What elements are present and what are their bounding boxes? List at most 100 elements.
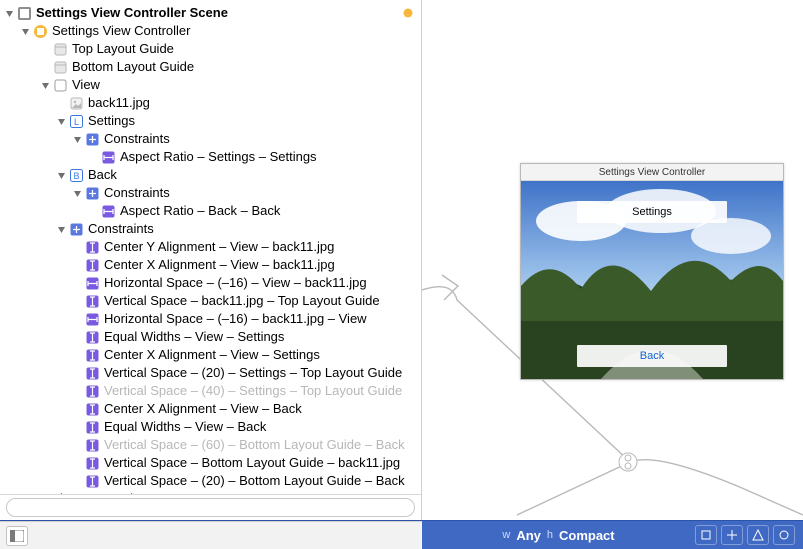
outline-label: Bottom Layout Guide [72, 58, 194, 76]
align-button[interactable] [695, 525, 717, 545]
outline-row[interactable]: Vertical Space – Bottom Layout Guide – b… [0, 454, 421, 472]
constraints-icon [68, 221, 84, 237]
arrow-spacer [72, 260, 82, 270]
outline-row[interactable]: BBack [0, 166, 421, 184]
outline-row[interactable]: Equal Widths – View – Back [0, 418, 421, 436]
size-class-w-label: w [502, 529, 510, 541]
arrow-spacer [56, 98, 66, 108]
outline-filter-bar [0, 494, 421, 520]
arrow-spacer [88, 152, 98, 162]
outline-label: Aspect Ratio – Back – Back [120, 202, 280, 220]
chevron-down-icon[interactable] [56, 224, 66, 234]
outline-row[interactable]: Horizontal Space – (–16) – back11.jpg – … [0, 310, 421, 328]
svg-text:L: L [73, 117, 78, 127]
layoutguide-icon [52, 59, 68, 75]
size-class-control[interactable]: w Any h Compact [422, 528, 695, 543]
constraint-v-icon [84, 473, 100, 489]
outline-label: Horizontal Space – (–16) – View – back11… [104, 274, 367, 292]
outline-row[interactable]: back11.jpg [0, 94, 421, 112]
arrow-spacer [72, 242, 82, 252]
arrow-spacer [72, 332, 82, 342]
arrow-spacer [72, 314, 82, 324]
storyboard-canvas[interactable]: Settings View Controller [422, 0, 803, 520]
arrow-spacer [72, 422, 82, 432]
settings-button[interactable]: Settings [577, 201, 727, 223]
label-l-icon: L [68, 113, 84, 129]
constraint-h-icon [100, 149, 116, 165]
outline-row[interactable]: L Settings [0, 112, 421, 130]
outline-label: Vertical Space – back11.jpg – Top Layout… [104, 292, 380, 310]
outline-row[interactable]: Vertical Space – (20) – Bottom Layout Gu… [0, 472, 421, 490]
outline-row[interactable]: Top Layout Guide [0, 40, 421, 58]
scene-preview-title: Settings View Controller [521, 164, 783, 181]
constraint-v-icon [84, 419, 100, 435]
chevron-down-icon[interactable] [56, 116, 66, 126]
outline-toggle-button[interactable] [6, 526, 28, 546]
outline-row[interactable]: Center X Alignment – View – Back [0, 400, 421, 418]
chevron-down-icon[interactable] [40, 80, 50, 90]
scene-preview[interactable]: Settings View Controller [520, 163, 784, 380]
chevron-down-icon[interactable] [4, 8, 14, 18]
layoutguide-icon [52, 41, 68, 57]
constraint-v-icon [84, 383, 100, 399]
constraints-icon [84, 131, 100, 147]
outline-label: Back [88, 166, 117, 184]
editor-bottom-bar: w Any h Compact [0, 520, 803, 549]
outline-row[interactable]: Vertical Space – (60) – Bottom Layout Gu… [0, 436, 421, 454]
outline-row[interactable]: Constraints [0, 130, 421, 148]
back-button[interactable]: Back [577, 345, 727, 367]
outline-label: Vertical Space – Bottom Layout Guide – b… [104, 454, 400, 472]
outline-label: Constraints [104, 130, 170, 148]
outline-label: back11.jpg [88, 94, 150, 112]
arrow-spacer [72, 278, 82, 288]
document-outline[interactable]: Settings View Controller Scene Settings … [0, 0, 422, 520]
pin-button[interactable] [721, 525, 743, 545]
outline-label: Vertical Space – (40) – Settings – Top L… [104, 382, 402, 400]
outline-label: Vertical Space – (60) – Bottom Layout Gu… [104, 436, 405, 454]
outline-row[interactable]: Aspect Ratio – Back – Back [0, 202, 421, 220]
outline-row[interactable]: Constraints [0, 220, 421, 238]
outline-row[interactable]: Bottom Layout Guide [0, 58, 421, 76]
outline-filter-input[interactable] [6, 498, 415, 517]
label-b-icon: B [68, 167, 84, 183]
outline-row[interactable]: Vertical Space – back11.jpg – Top Layout… [0, 292, 421, 310]
outline-label: Settings View Controller [52, 22, 191, 40]
chevron-down-icon[interactable] [72, 134, 82, 144]
outline-row[interactable]: Settings View Controller [0, 22, 421, 40]
outline-row[interactable]: Center X Alignment – View – Settings [0, 346, 421, 364]
resize-button[interactable] [773, 525, 795, 545]
outline-row-scene[interactable]: Settings View Controller Scene [0, 4, 421, 22]
outline-row[interactable]: Constraints [0, 184, 421, 202]
outline-label: Horizontal Space – (–16) – back11.jpg – … [104, 310, 367, 328]
arrow-spacer [72, 386, 82, 396]
segue-node-icon[interactable] [618, 452, 638, 472]
size-class-h-value: Compact [559, 528, 615, 543]
outline-label: Center X Alignment – View – Back [104, 400, 302, 418]
chevron-down-icon[interactable] [20, 26, 30, 36]
constraint-h-icon [84, 275, 100, 291]
outline-row[interactable]: Vertical Space – (40) – Settings – Top L… [0, 382, 421, 400]
outline-row[interactable]: Aspect Ratio – Settings – Settings [0, 148, 421, 166]
constraint-v-icon [84, 239, 100, 255]
outline-row[interactable]: Center Y Alignment – View – back11.jpg [0, 238, 421, 256]
arrow-spacer [72, 368, 82, 378]
scene-status-icon [403, 8, 413, 18]
chevron-down-icon[interactable] [72, 188, 82, 198]
resolve-issues-button[interactable] [747, 525, 769, 545]
constraints-icon [84, 185, 100, 201]
viewcontroller-icon [32, 23, 48, 39]
outline-label: Settings [88, 112, 135, 130]
outline-label: Settings View Controller Scene [36, 4, 228, 22]
constraint-h-icon [100, 203, 116, 219]
settings-button-label: Settings [632, 206, 672, 218]
size-class-w-value: Any [516, 528, 541, 543]
outline-label: Aspect Ratio – Settings – Settings [120, 148, 317, 166]
constraint-v-icon [84, 329, 100, 345]
outline-row[interactable]: View [0, 76, 421, 94]
outline-tree[interactable]: Settings View Controller Scene Settings … [0, 0, 421, 494]
outline-row[interactable]: Vertical Space – (20) – Settings – Top L… [0, 364, 421, 382]
outline-row[interactable]: Equal Widths – View – Settings [0, 328, 421, 346]
chevron-down-icon[interactable] [56, 170, 66, 180]
outline-row[interactable]: Center X Alignment – View – back11.jpg [0, 256, 421, 274]
outline-row[interactable]: Horizontal Space – (–16) – View – back11… [0, 274, 421, 292]
